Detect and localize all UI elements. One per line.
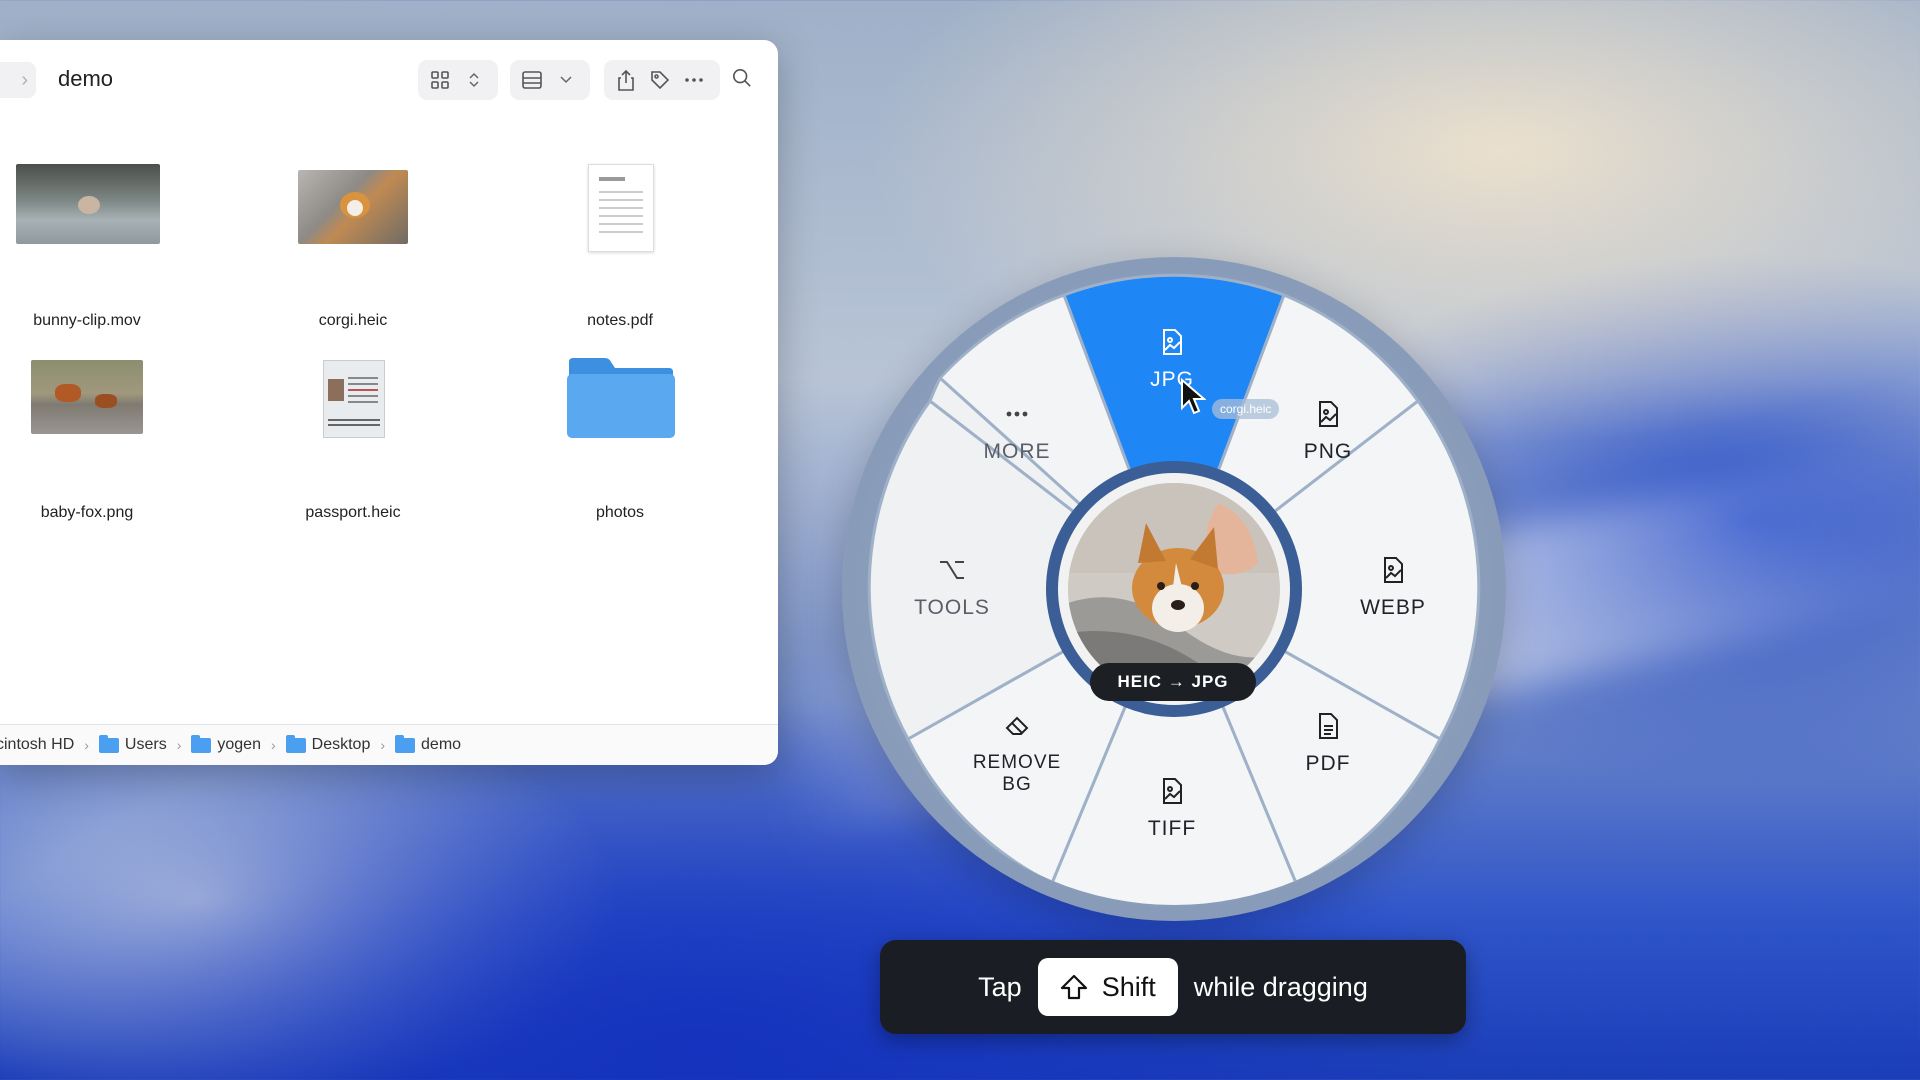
folder-name: photos [595,504,645,521]
share-icon[interactable] [616,69,636,91]
pointer-cursor-icon [1180,377,1207,421]
chevron-right-icon: › [380,737,386,753]
image-file-icon [1384,557,1403,583]
shift-key-label: Shift [1101,971,1156,1002]
folder-icon [98,734,119,753]
segment-label: JPG [1150,368,1194,391]
file-name: passport.heic [305,504,401,521]
path-label: Desktop [311,736,371,753]
pdf-thumbnail [588,164,654,252]
chevron-right-icon: › [21,69,28,91]
list-group-icon [522,70,542,90]
folder-item[interactable]: photos [520,356,720,521]
passport-thumbnail [323,360,385,438]
segment-label: PDF [1305,752,1351,775]
finder-toolbar: › demo [0,40,778,122]
segment-label: MORE [983,440,1051,463]
drag-file-chip: corgi.heic [1212,399,1280,419]
segment-label: WEBP [1360,596,1426,619]
path-item[interactable]: Desktop [285,734,371,754]
segment-label: PNG [1303,440,1353,463]
folder-icon [285,734,306,753]
path-label: Users [124,736,167,753]
tag-icon[interactable] [650,70,670,90]
segment-label: BG [1002,774,1032,795]
file-name: bunny-clip.mov [33,312,141,329]
image-thumbnail [298,170,408,244]
segment-label: REMOVE [972,752,1062,773]
ellipsis-icon [1006,411,1028,417]
video-thumbnail [16,164,160,244]
segment-remove-bg-button[interactable]: REMOVE BG [927,712,1107,796]
segment-pdf-button[interactable]: PDF [1238,712,1418,776]
chevron-updown-icon [464,70,484,90]
folder-icon [191,734,212,753]
shift-arrow-icon [1060,974,1087,1000]
option-key-icon [940,561,964,579]
more-icon[interactable] [684,70,704,90]
path-item[interactable]: demo [395,734,462,754]
segment-tiff-button[interactable]: TIFF [1082,777,1262,841]
path-label: cintosh HD [0,736,75,753]
eraser-icon [1005,716,1029,735]
file-item[interactable]: bunny-clip.mov [0,164,187,329]
folder-icon [565,356,677,440]
file-item[interactable]: notes.pdf [520,164,720,329]
hint-text-after: while dragging [1193,971,1368,1002]
image-thumbnail [31,360,143,434]
shift-key: Shift [1037,958,1178,1016]
shortcut-hint-bar: Tap Shift while dragging [880,940,1466,1034]
back-button[interactable]: › [0,62,36,98]
path-item[interactable]: cintosh HD [0,736,74,754]
segment-tools-button[interactable]: TOOLS [862,556,1042,620]
segment-jpg-button[interactable]: JPG [1082,328,1262,392]
path-label: yogen [217,736,261,753]
grid-view-icon [430,70,450,90]
segment-more-button[interactable]: MORE [927,400,1107,464]
chevron-right-icon: › [270,737,276,753]
window-title: demo [58,66,114,91]
path-label: demo [421,736,462,753]
file-name: corgi.heic [318,312,388,329]
path-bar: cintosh HD › Users › yogen › Desktop › d… [0,724,778,765]
file-name: notes.pdf [587,312,653,329]
chevron-right-icon: › [176,737,182,753]
finder-window: › demo bunny-clip.mov corgi.heic notes.p… [0,40,778,765]
conversion-badge: HEIC → JPG [1090,663,1256,701]
actions-group [604,60,720,100]
chevron-down-icon [556,70,576,90]
image-file-icon [1319,401,1338,427]
folder-icon [395,734,416,753]
path-item[interactable]: yogen [191,734,261,754]
view-mode-button[interactable] [418,60,498,100]
document-icon [1319,713,1338,739]
segment-label: TIFF [1147,817,1197,840]
file-item[interactable]: corgi.heic [253,164,453,329]
group-button[interactable] [510,60,590,100]
path-item[interactable]: Users [98,734,167,754]
hint-text-before: Tap [978,971,1022,1002]
file-item[interactable]: baby-fox.png [0,360,187,521]
segment-label: TOOLS [914,596,990,619]
image-file-icon [1163,329,1182,355]
chevron-right-icon: › [84,737,89,753]
file-item[interactable]: passport.heic [253,360,453,521]
segment-webp-button[interactable]: WEBP [1303,556,1483,620]
image-file-icon [1163,778,1182,804]
search-icon[interactable] [732,68,752,88]
file-name: baby-fox.png [40,504,134,521]
